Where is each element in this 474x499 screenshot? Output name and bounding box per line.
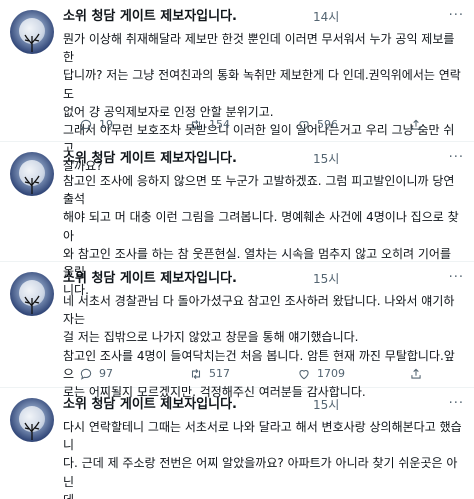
tweet-text-line: 답니까? 저는 그냥 전여친과의 통화 녹취만 제보한게 다 인데.권익위에서는… xyxy=(63,68,461,101)
tweet-time[interactable]: 15시 xyxy=(313,396,339,414)
reply-button[interactable]: 97 xyxy=(79,366,113,382)
author-name[interactable]: 소위 청담 게이트 제보자입니다. xyxy=(63,270,237,288)
like-count: 1709 xyxy=(317,367,345,380)
heart-icon xyxy=(299,370,309,380)
avatar[interactable] xyxy=(10,398,54,442)
retweet-icon xyxy=(191,368,201,380)
tree-silhouette xyxy=(24,295,40,314)
reply-count: 97 xyxy=(99,367,113,380)
more-icon[interactable]: ··· xyxy=(449,270,464,286)
tweet-text-line: 다. 근데 제 주소랑 전번은 어찌 알았을까요? 아파트가 아니라 찾기 쉬운… xyxy=(63,456,458,489)
more-icon[interactable]: ··· xyxy=(449,150,464,166)
avatar[interactable] xyxy=(10,272,54,316)
reply-count: 19 xyxy=(99,118,113,131)
like-count: 596 xyxy=(317,118,338,131)
avatar[interactable] xyxy=(10,152,54,196)
tree-silhouette xyxy=(24,33,40,52)
tweet-text: 다시 연락할테니 그때는 서초서로 나와 달라고 해서 변호사랑 상의해본다고 … xyxy=(63,418,463,499)
reply-button[interactable]: 19 xyxy=(79,117,113,133)
tweet[interactable]: 소위 청담 게이트 제보자입니다. 15시 ··· 네 서초서 경찰관님 다 돌… xyxy=(0,262,474,399)
tree-silhouette xyxy=(24,421,40,440)
tweet-text-line: 해야 되고 머 대충 이런 그림을 그려봅니다. 명예훼손 사건에 4명이나 집… xyxy=(63,210,459,243)
more-icon[interactable]: ··· xyxy=(449,396,464,412)
tweet[interactable]: 소위 청담 게이트 제보자입니다. 15시 ··· 참고인 조사에 응하지 않으… xyxy=(0,142,474,297)
tweet-time[interactable]: 14시 xyxy=(313,8,339,26)
tweet-time[interactable]: 15시 xyxy=(313,150,339,168)
retweet-count: 517 xyxy=(209,367,230,380)
author-name[interactable]: 소위 청담 게이트 제보자입니다. xyxy=(63,396,237,414)
author-name[interactable]: 소위 청담 게이트 제보자입니다. xyxy=(63,8,237,26)
reply-icon xyxy=(80,119,92,131)
tweet-text: 네 서초서 경찰관님 다 돌아가셨구요 참고인 조사하러 왔답니다. 나와서 얘… xyxy=(63,292,463,401)
tweet-actions: 97 517 1709 xyxy=(63,366,443,382)
tweet-actions: 19 154 596 xyxy=(63,117,443,133)
tweet-text-line: 다시 연락할테니 그때는 서초서로 나와 달라고 해서 변호사랑 상의해본다고 … xyxy=(63,420,462,453)
tweet-text-line: 참고인 조사에 응하지 않으면 또 누군가 고발하겠죠. 그럼 피고발인이니까 … xyxy=(63,174,459,207)
heart-icon xyxy=(299,121,309,131)
tweet-feed: 소위 청담 게이트 제보자입니다. 14시 ··· 뭔가 이상해 취재해달라 제… xyxy=(0,0,474,499)
tweet[interactable]: 소위 청담 게이트 제보자입니다. 14시 ··· 뭔가 이상해 취재해달라 제… xyxy=(0,0,474,173)
tweet-text-line: 데. xyxy=(63,491,463,499)
retweet-button[interactable]: 517 xyxy=(189,366,230,382)
tweet-time[interactable]: 15시 xyxy=(313,270,339,288)
author-name[interactable]: 소위 청담 게이트 제보자입니다. xyxy=(63,150,237,168)
retweet-icon xyxy=(191,119,201,131)
retweet-count: 154 xyxy=(209,118,230,131)
share-button[interactable] xyxy=(409,117,423,133)
share-icon xyxy=(411,119,421,130)
share-icon xyxy=(411,368,421,379)
avatar[interactable] xyxy=(10,10,54,54)
tweet-text-line: 뭔가 이상해 취재해달라 제보만 한것 뿐인데 이러면 무서워서 누가 공익 제… xyxy=(63,32,459,65)
tree-silhouette xyxy=(24,175,40,194)
tweet[interactable]: 소위 청담 게이트 제보자입니다. 15시 ··· 다시 연락할테니 그때는 서… xyxy=(0,388,474,499)
tweet-text-line: 네 서초서 경찰관님 다 돌아가셨구요 참고인 조사하러 왔답니다. 나와서 얘… xyxy=(63,294,455,327)
retweet-button[interactable]: 154 xyxy=(189,117,230,133)
more-icon[interactable]: ··· xyxy=(449,8,464,24)
tweet-text-line: 걸 저는 집밖으로 나가지 않았고 창문을 통해 얘기했습니다. xyxy=(63,330,359,345)
like-button[interactable]: 1709 xyxy=(297,366,345,382)
share-button[interactable] xyxy=(409,366,423,382)
like-button[interactable]: 596 xyxy=(297,117,338,133)
reply-icon xyxy=(80,368,92,380)
